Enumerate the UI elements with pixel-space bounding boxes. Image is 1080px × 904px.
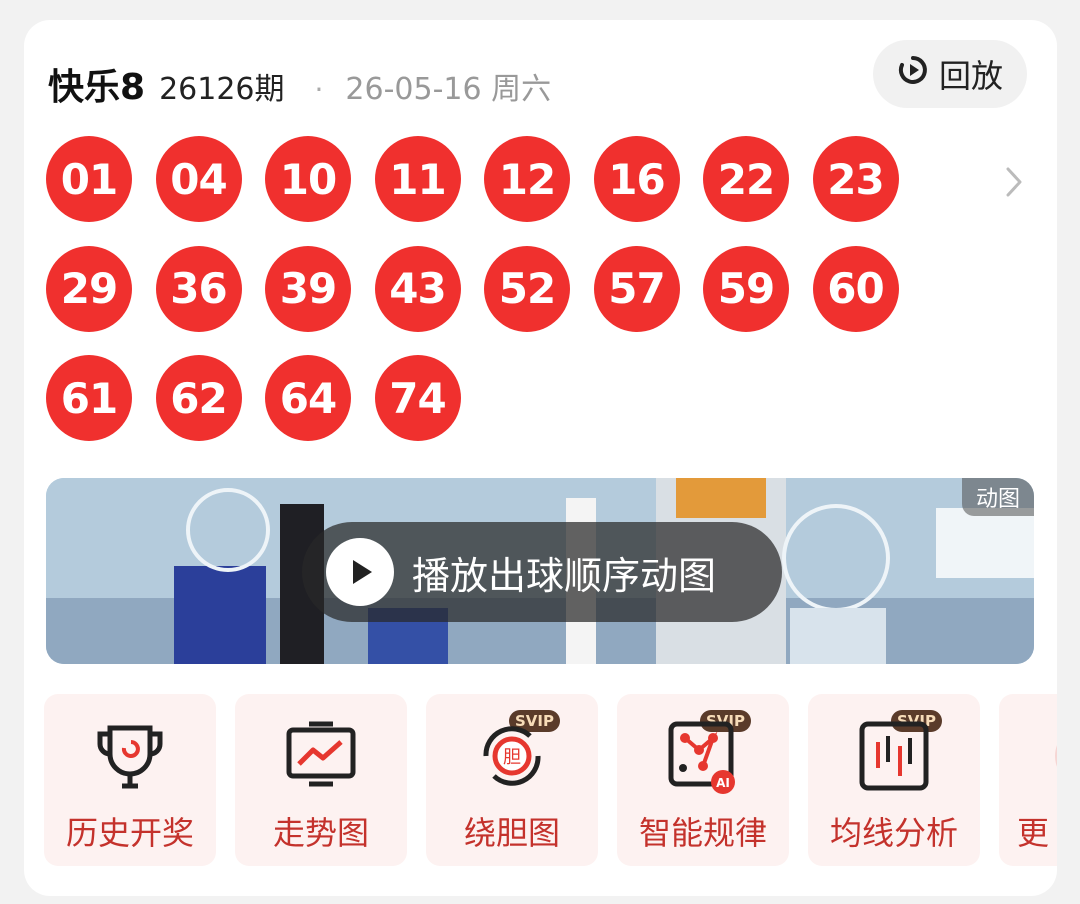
- tool-moving-average[interactable]: SVIP 均线分析: [808, 694, 980, 866]
- number-ball: 12: [484, 136, 570, 222]
- number-ball: 43: [374, 245, 461, 332]
- svg-text:胆: 胆: [503, 747, 521, 768]
- lottery-title: 快乐8: [48, 67, 146, 108]
- cycle-dan-icon: 胆: [472, 716, 552, 796]
- number-ball: 04: [155, 136, 242, 222]
- number-ball: 59: [703, 245, 789, 332]
- more-icon: [1045, 716, 1057, 796]
- number-ball: 36: [155, 245, 242, 332]
- number-ball: 10: [265, 136, 351, 222]
- draw-animation-banner[interactable]: 动图 播放出球顺序动图: [46, 478, 1034, 664]
- replay-icon: [897, 54, 929, 94]
- number-ball: 29: [46, 245, 132, 332]
- tool-smart-pattern[interactable]: SVIP AI 智能规律: [617, 694, 789, 866]
- number-ball: 61: [46, 355, 132, 441]
- number-ball: 23: [812, 136, 899, 222]
- replay-label: 回放: [938, 57, 1003, 95]
- tool-label: 智能规律: [638, 814, 767, 852]
- candlestick-icon: [854, 716, 934, 796]
- svg-text:AI: AI: [716, 776, 730, 790]
- ai-dots-icon: AI: [663, 716, 743, 796]
- draw-header: 快乐8 26126期 · 26-05-16 周六: [48, 58, 551, 108]
- tool-label: 走势图: [272, 814, 369, 852]
- play-label: 播放出球顺序动图: [412, 553, 717, 598]
- number-ball: 22: [703, 136, 789, 222]
- tool-label: 更: [1017, 814, 1050, 852]
- issue-number: 26126期: [159, 72, 285, 107]
- separator-dot: ·: [314, 73, 324, 106]
- draw-date: 26-05-16 周六: [345, 72, 552, 107]
- number-ball: 16: [593, 136, 680, 222]
- trend-chart-icon: [281, 716, 361, 796]
- number-ball: 39: [265, 245, 351, 332]
- tool-more[interactable]: 更: [999, 694, 1057, 866]
- tool-trend-chart[interactable]: 走势图: [235, 694, 407, 866]
- play-icon: [326, 538, 394, 606]
- number-ball: 11: [374, 136, 461, 222]
- animation-tag: 动图: [962, 478, 1034, 516]
- tool-label: 绕胆图: [463, 814, 560, 852]
- tool-label: 均线分析: [829, 814, 958, 852]
- tool-history-draws[interactable]: 历史开奖: [44, 694, 216, 866]
- chevron-right-icon[interactable]: [999, 165, 1029, 199]
- play-order-animation-button[interactable]: 播放出球顺序动图: [302, 522, 782, 622]
- tool-dan-cycle[interactable]: SVIP 胆 绕胆图: [426, 694, 598, 866]
- number-ball: 64: [265, 355, 351, 441]
- tool-label: 历史开奖: [65, 814, 194, 852]
- lottery-card: 快乐8 26126期 · 26-05-16 周六 回放 01 04 10 11 12 16…: [24, 20, 1057, 896]
- number-ball: 60: [812, 245, 899, 332]
- number-ball: 62: [155, 355, 242, 441]
- tools-row: 历史开奖 走势图 SVIP 胆 绕胆图 SVIP AI 智能规律 SVIP 均线…: [44, 694, 1057, 870]
- number-ball: 57: [593, 245, 680, 332]
- number-ball: 01: [46, 136, 132, 222]
- number-ball: 52: [484, 245, 570, 332]
- trophy-icon: [90, 716, 170, 796]
- number-ball: 74: [374, 355, 461, 441]
- replay-button[interactable]: 回放: [873, 40, 1027, 108]
